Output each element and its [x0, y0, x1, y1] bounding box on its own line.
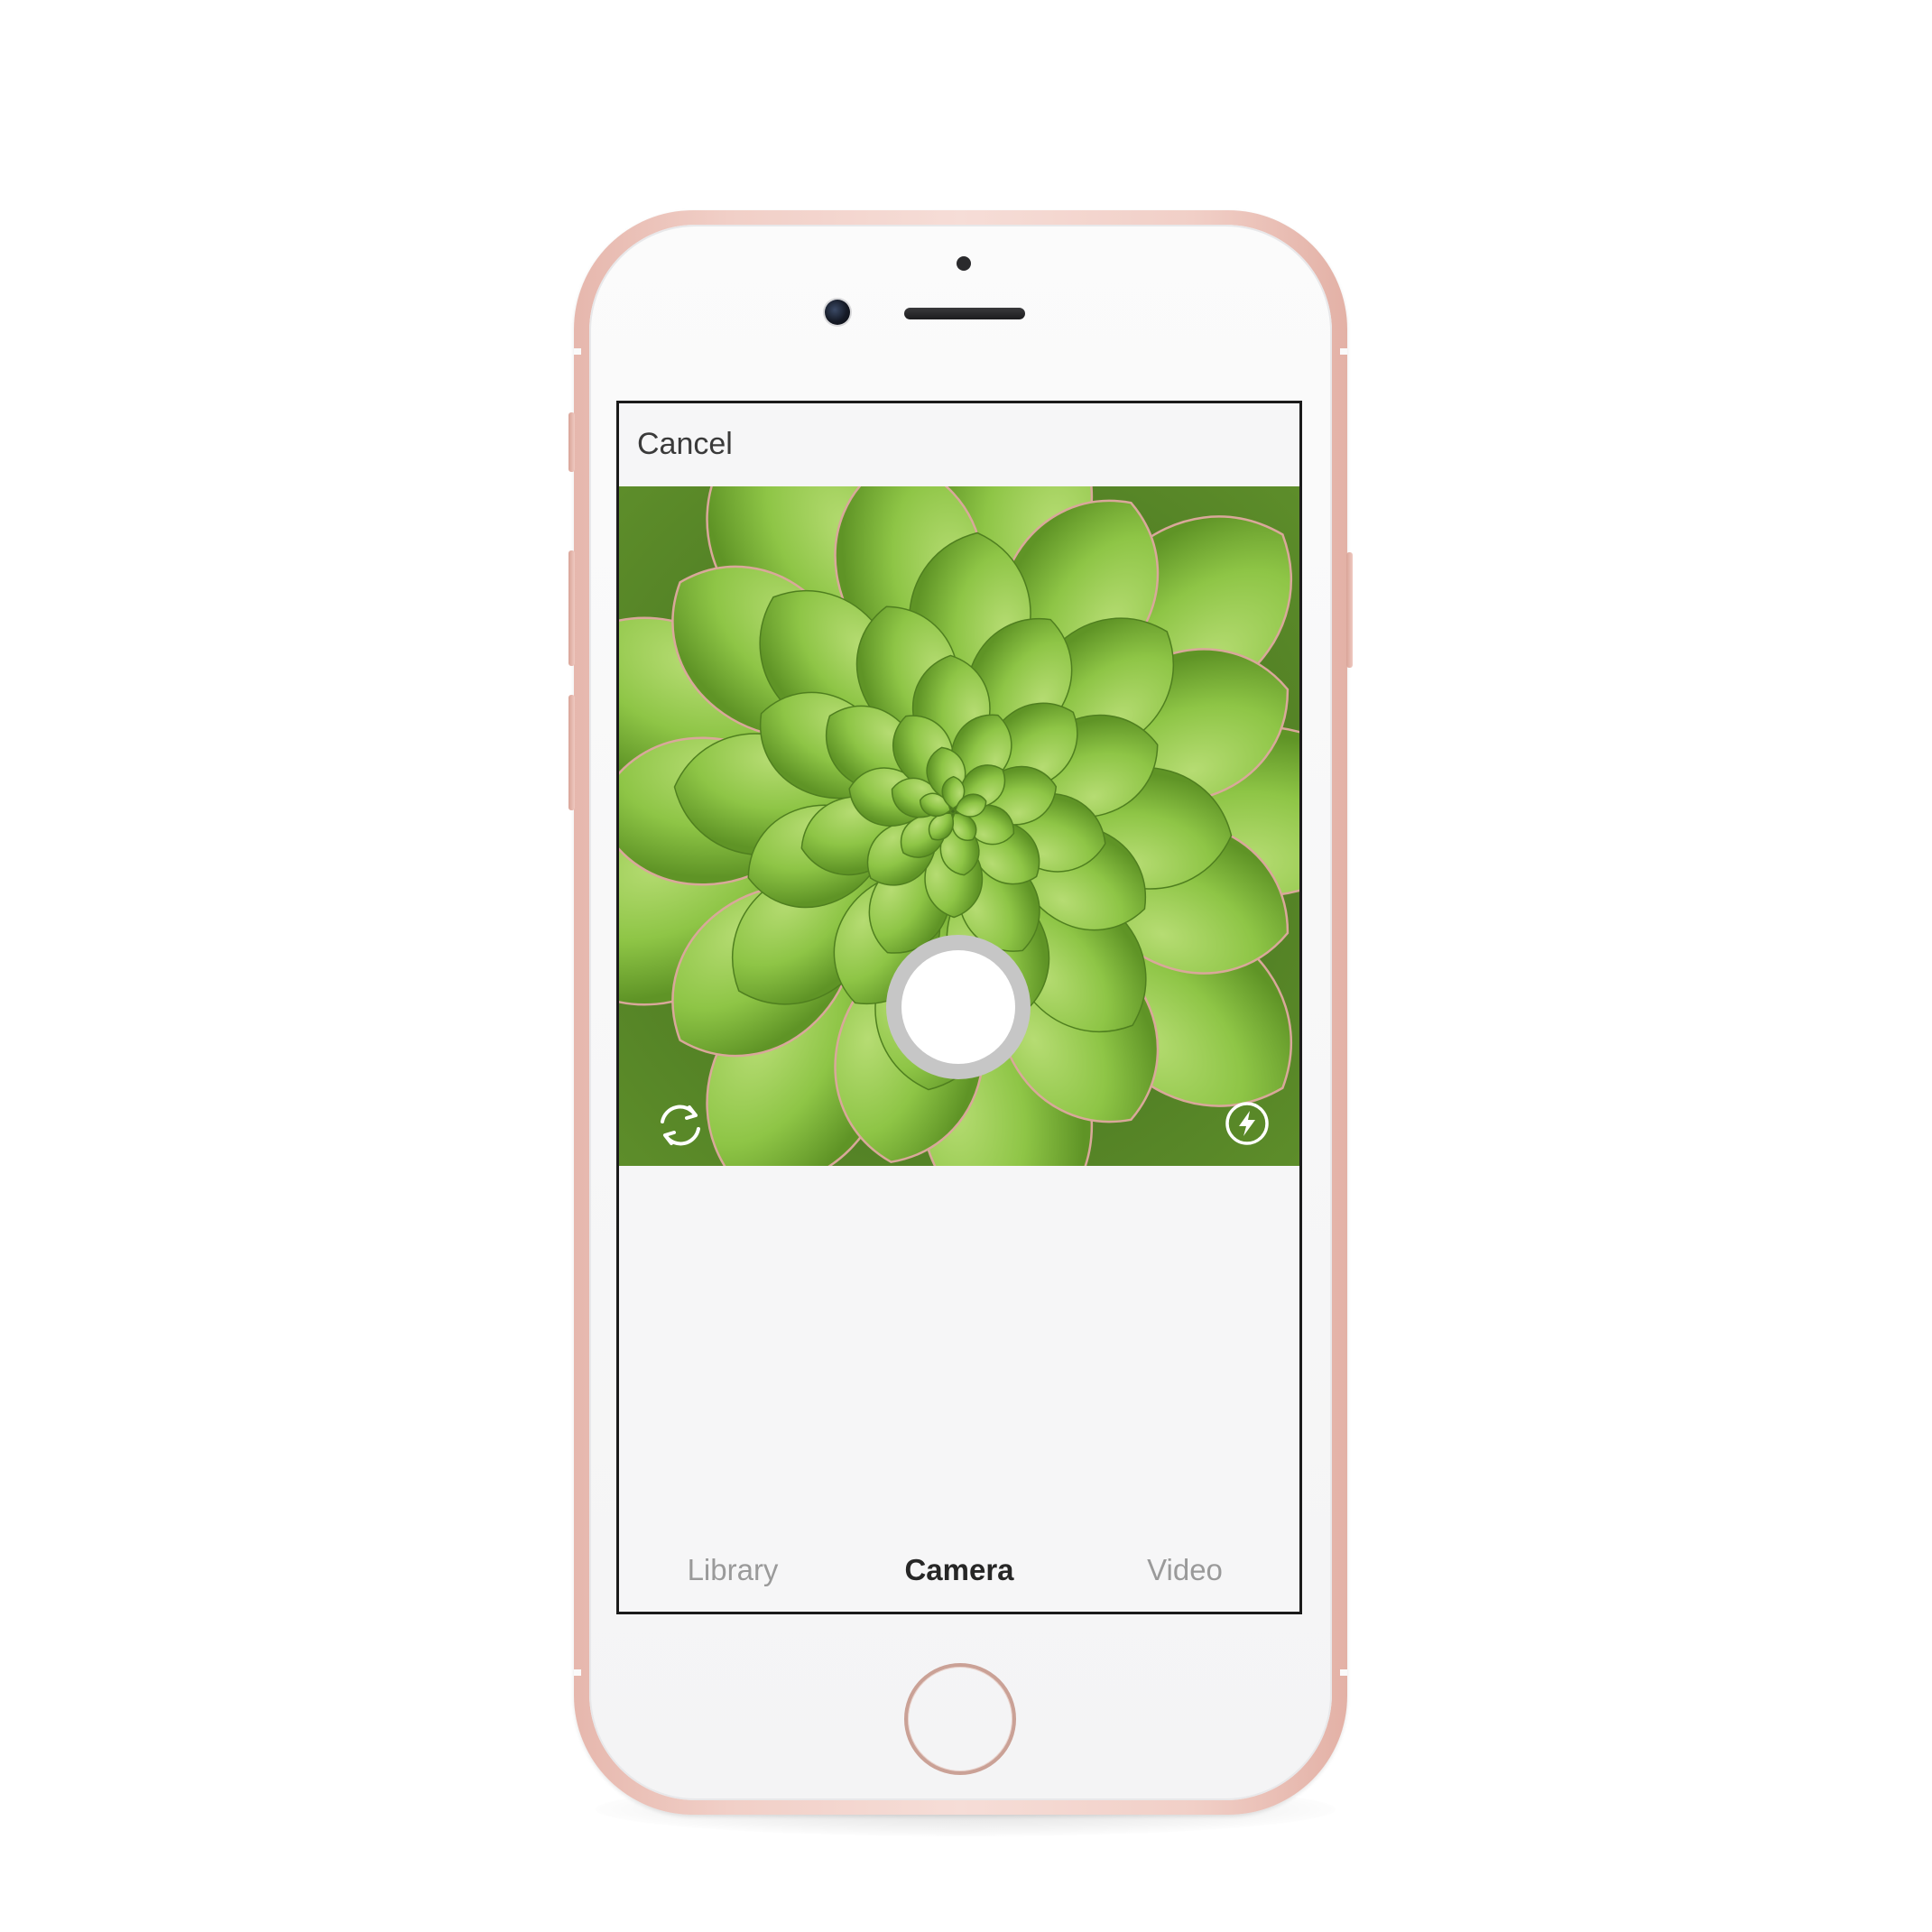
flash-icon[interactable]: [1224, 1100, 1271, 1147]
tab-camera[interactable]: Camera: [904, 1553, 1013, 1587]
power-button: [1346, 552, 1353, 668]
antenna-line: [1340, 1669, 1347, 1676]
rotate-camera-icon[interactable]: [653, 1098, 707, 1152]
antenna-line: [1340, 348, 1347, 355]
antenna-line: [574, 1669, 581, 1676]
tab-library[interactable]: Library: [688, 1553, 779, 1587]
mute-switch: [569, 412, 575, 472]
volume-up-button: [569, 550, 575, 666]
stage: Cancel Library Camera Video: [0, 0, 1932, 1932]
antenna-line: [574, 348, 581, 355]
cancel-button[interactable]: Cancel: [637, 427, 733, 462]
front-camera: [825, 300, 850, 325]
shutter-button[interactable]: [886, 935, 1031, 1079]
volume-down-button: [569, 695, 575, 810]
screen: Cancel Library Camera Video: [616, 401, 1302, 1614]
tab-video[interactable]: Video: [1147, 1553, 1223, 1587]
earpiece-speaker: [904, 308, 1025, 319]
proximity-sensor: [957, 256, 971, 271]
home-button[interactable]: [904, 1663, 1016, 1775]
nav-bar: Cancel: [619, 403, 1299, 486]
